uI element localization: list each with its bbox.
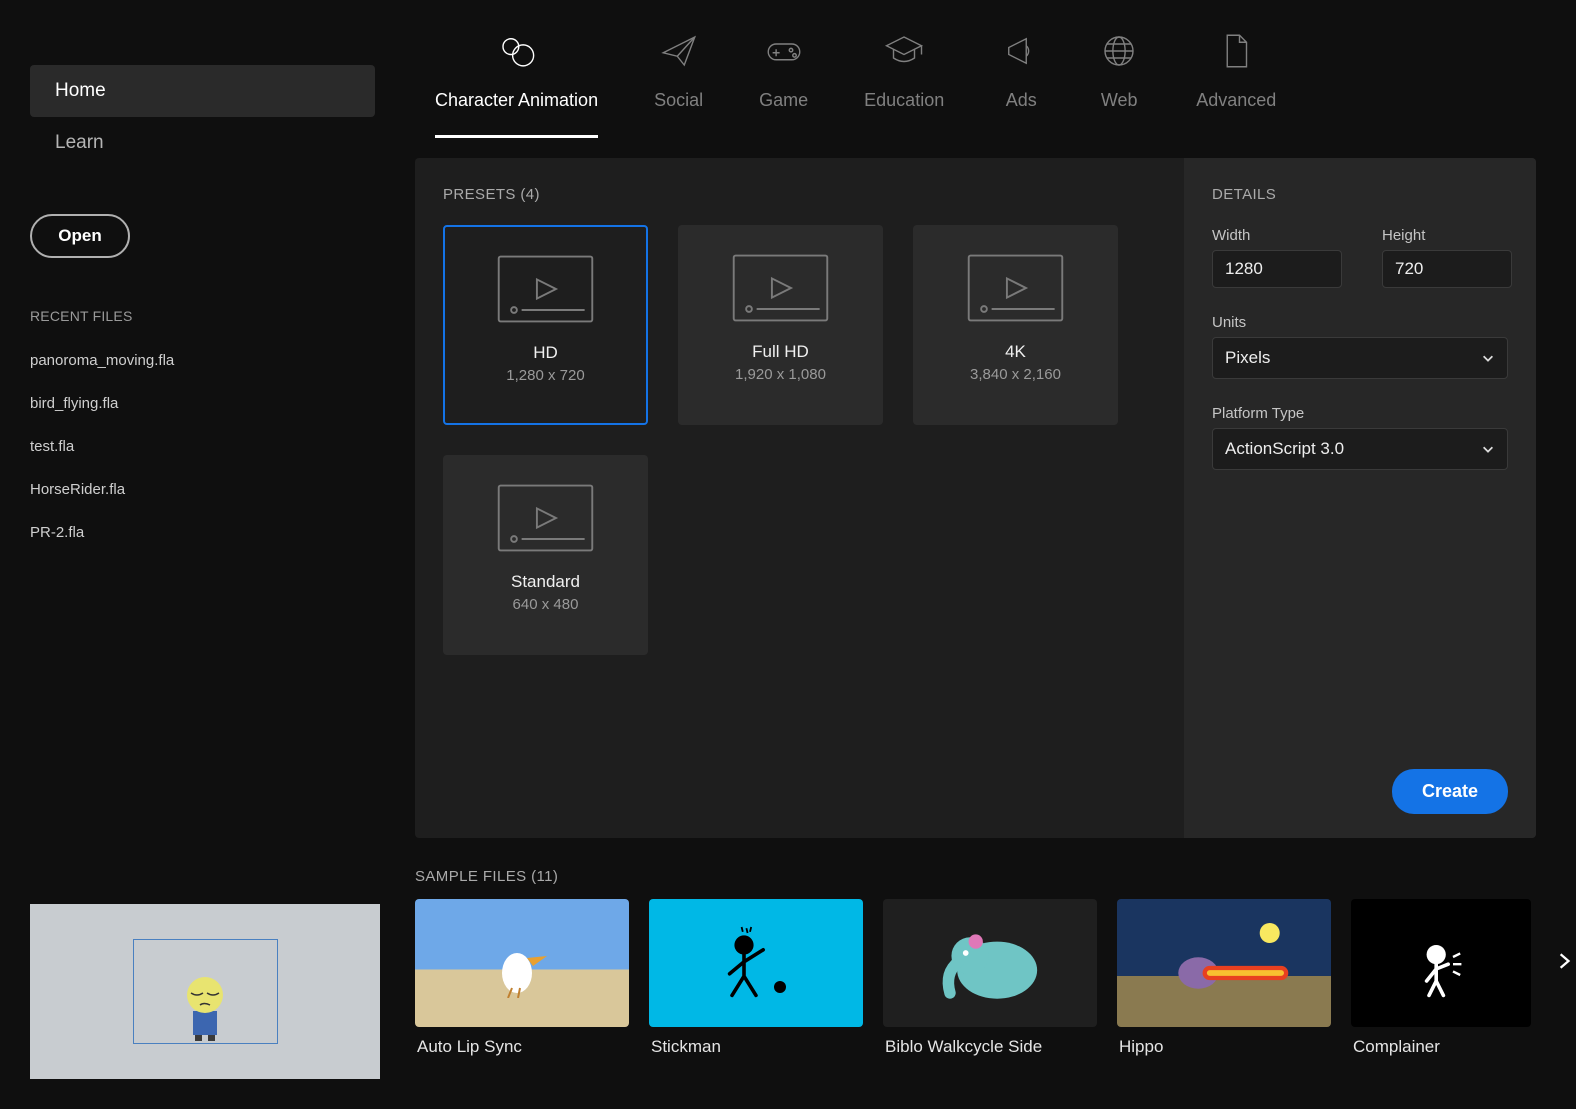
preset-4k[interactable]: 4K 3,840 x 2,160 xyxy=(913,225,1118,425)
preset-name: 4K xyxy=(1005,342,1026,362)
sample-complainer[interactable]: Complainer xyxy=(1351,899,1531,1057)
preset-dimensions: 1,280 x 720 xyxy=(506,367,584,384)
tab-character-animation[interactable]: Character Animation xyxy=(435,30,598,138)
recent-preview-thumbnail[interactable] xyxy=(30,904,380,1079)
sample-title: Auto Lip Sync xyxy=(415,1037,629,1057)
preset-dimensions: 1,920 x 1,080 xyxy=(735,366,826,383)
details-pane: DETAILS Width Height Units Pixels xyxy=(1184,158,1536,838)
sample-title: Hippo xyxy=(1117,1037,1331,1057)
preset-name: Full HD xyxy=(752,342,809,362)
platform-value: ActionScript 3.0 xyxy=(1225,439,1344,459)
document-icon xyxy=(1215,30,1257,72)
sidebar: Home Learn Open RECENT FILES panoroma_mo… xyxy=(0,0,405,1109)
main-content: Character Animation Social Game Educatio… xyxy=(405,0,1576,1109)
hippo-thumbnail-icon xyxy=(1144,913,1304,1013)
recent-file[interactable]: panoroma_moving.fla xyxy=(30,352,375,369)
sample-title: Biblo Walkcycle Side xyxy=(883,1037,1097,1057)
globe-icon xyxy=(1098,30,1140,72)
tab-advanced[interactable]: Advanced xyxy=(1196,30,1276,138)
nav-learn[interactable]: Learn xyxy=(30,117,375,169)
preset-hd[interactable]: HD 1,280 x 720 xyxy=(443,225,648,425)
nav-home[interactable]: Home xyxy=(30,65,375,117)
recent-files-label: RECENT FILES xyxy=(30,308,375,324)
preset-standard[interactable]: Standard 640 x 480 xyxy=(443,455,648,655)
recent-file[interactable]: PR-2.fla xyxy=(30,524,375,541)
category-tabs: Character Animation Social Game Educatio… xyxy=(415,30,1536,138)
samples-row: Auto Lip Sync Stickman xyxy=(415,899,1536,1057)
tab-social[interactable]: Social xyxy=(654,30,703,138)
character-preview-icon xyxy=(145,953,265,1043)
video-preset-icon xyxy=(493,249,598,329)
units-value: Pixels xyxy=(1225,348,1270,368)
sample-title: Stickman xyxy=(649,1037,863,1057)
elephant-thumbnail-icon xyxy=(915,913,1065,1013)
video-preset-icon xyxy=(728,248,833,328)
platform-select[interactable]: ActionScript 3.0 xyxy=(1212,428,1508,470)
recent-files-list: panoroma_moving.fla bird_flying.fla test… xyxy=(30,352,375,541)
paper-plane-icon xyxy=(658,30,700,72)
preset-dimensions: 3,840 x 2,160 xyxy=(970,366,1061,383)
samples-header: SAMPLE FILES (11) xyxy=(415,868,1536,885)
recent-file[interactable]: bird_flying.fla xyxy=(30,395,375,412)
recent-file[interactable]: HorseRider.fla xyxy=(30,481,375,498)
tab-label: Advanced xyxy=(1196,90,1276,111)
complainer-thumbnail-icon xyxy=(1381,918,1501,1008)
details-header: DETAILS xyxy=(1212,186,1508,203)
samples-section: SAMPLE FILES (11) Auto Lip Sync xyxy=(415,868,1536,1057)
tab-education[interactable]: Education xyxy=(864,30,944,138)
tab-label: Game xyxy=(759,90,808,111)
tab-label: Web xyxy=(1101,90,1138,111)
open-button[interactable]: Open xyxy=(30,214,130,258)
megaphone-icon xyxy=(1000,30,1042,72)
preset-fullhd[interactable]: Full HD 1,920 x 1,080 xyxy=(678,225,883,425)
workspace: PRESETS (4) HD 1,280 x 720 Full HD 1,920… xyxy=(415,158,1536,838)
sample-stickman[interactable]: Stickman xyxy=(649,899,863,1057)
presets-pane: PRESETS (4) HD 1,280 x 720 Full HD 1,920… xyxy=(415,158,1184,838)
video-preset-icon xyxy=(963,248,1068,328)
graduation-icon xyxy=(883,30,925,72)
stickman-thumbnail-icon xyxy=(696,918,816,1008)
sample-hippo[interactable]: Hippo xyxy=(1117,899,1331,1057)
units-select[interactable]: Pixels xyxy=(1212,337,1508,379)
sample-biblo-walkcycle[interactable]: Biblo Walkcycle Side xyxy=(883,899,1097,1057)
tab-label: Ads xyxy=(1006,90,1037,111)
chevron-down-icon xyxy=(1481,442,1495,456)
tab-ads[interactable]: Ads xyxy=(1000,30,1042,138)
preset-name: HD xyxy=(533,343,558,363)
samples-next-button[interactable] xyxy=(1550,947,1576,975)
tab-label: Social xyxy=(654,90,703,111)
bubbles-icon xyxy=(496,30,538,72)
platform-label: Platform Type xyxy=(1212,405,1508,422)
sample-title: Complainer xyxy=(1351,1037,1531,1057)
preset-dimensions: 640 x 480 xyxy=(513,596,579,613)
gamepad-icon xyxy=(763,30,805,72)
create-button[interactable]: Create xyxy=(1392,769,1508,814)
tab-web[interactable]: Web xyxy=(1098,30,1140,138)
height-label: Height xyxy=(1382,227,1512,244)
bird-thumbnail-icon xyxy=(472,928,572,998)
tab-label: Education xyxy=(864,90,944,111)
width-label: Width xyxy=(1212,227,1342,244)
preset-grid: HD 1,280 x 720 Full HD 1,920 x 1,080 4K … xyxy=(443,225,1156,655)
sample-auto-lip-sync[interactable]: Auto Lip Sync xyxy=(415,899,629,1057)
width-input[interactable] xyxy=(1212,250,1342,288)
chevron-right-icon xyxy=(1555,952,1573,970)
units-label: Units xyxy=(1212,314,1508,331)
preset-name: Standard xyxy=(511,572,580,592)
recent-file[interactable]: test.fla xyxy=(30,438,375,455)
tab-label: Character Animation xyxy=(435,90,598,111)
chevron-down-icon xyxy=(1481,351,1495,365)
video-preset-icon xyxy=(493,478,598,558)
presets-header: PRESETS (4) xyxy=(443,186,1156,203)
tab-game[interactable]: Game xyxy=(759,30,808,138)
height-input[interactable] xyxy=(1382,250,1512,288)
